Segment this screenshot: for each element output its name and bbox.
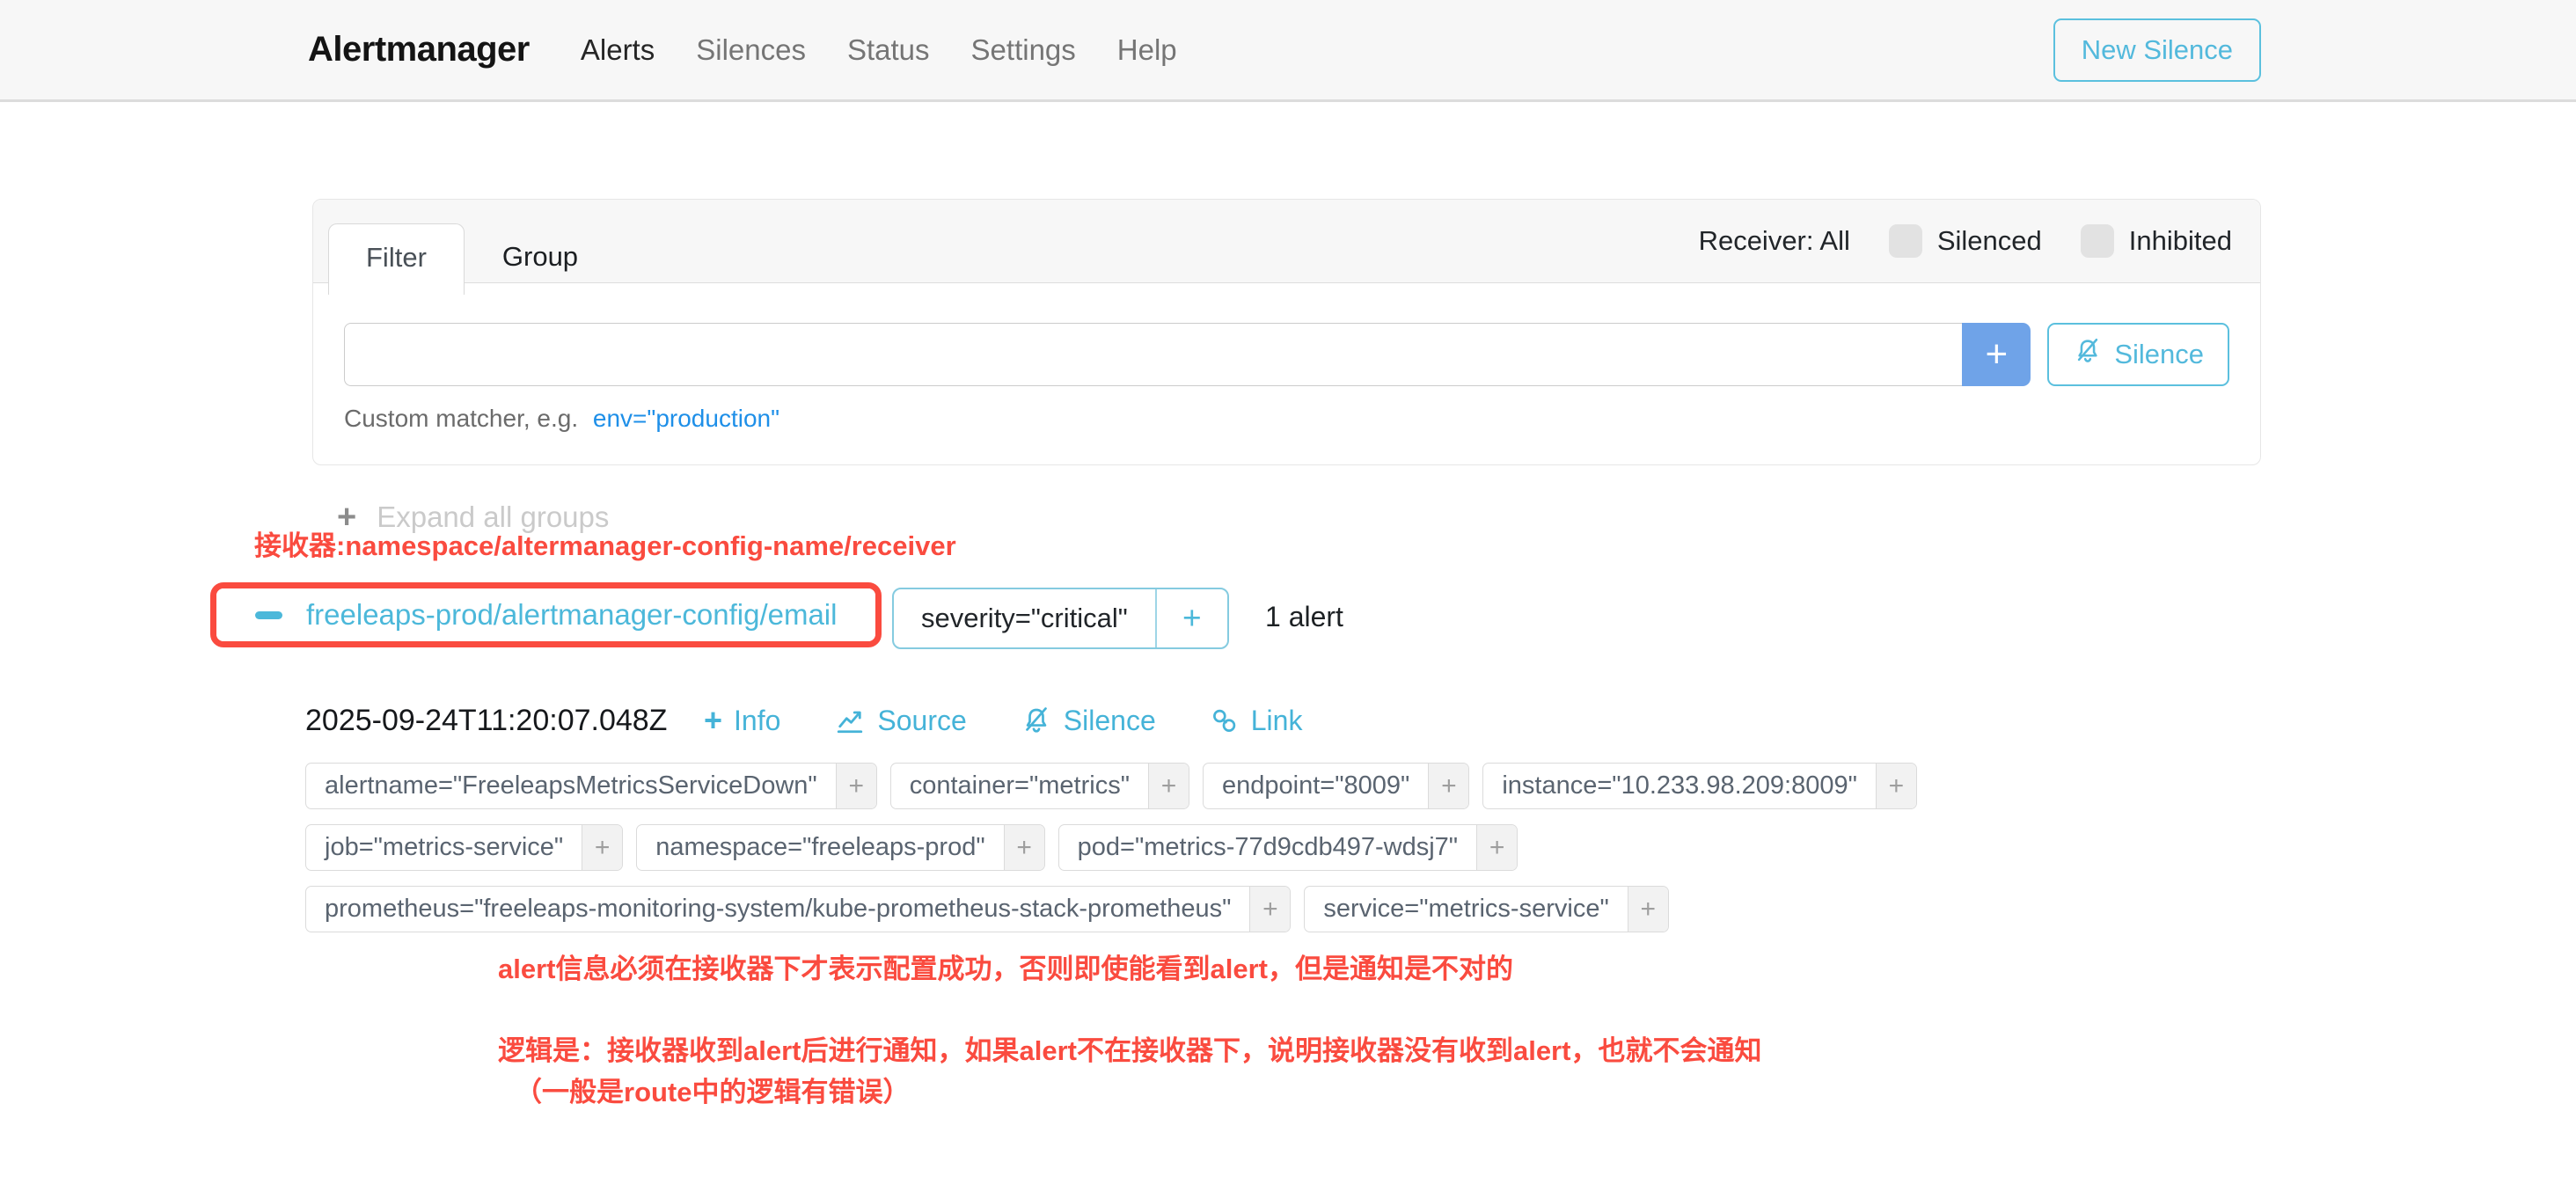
alert-label-chip: pod="metrics-77d9cdb497-wdsj7" + bbox=[1058, 824, 1518, 871]
link-icon bbox=[1210, 705, 1240, 735]
top-navbar: Alertmanager Alerts Silences Status Sett… bbox=[0, 0, 2576, 102]
group-receiver-button[interactable]: freeleaps-prod/alertmanager-config/email bbox=[216, 588, 875, 641]
add-filter-icon[interactable]: + bbox=[836, 764, 876, 808]
nav-item-help[interactable]: Help bbox=[1117, 33, 1177, 67]
alert-actions: + Info Source Silence bbox=[704, 698, 1302, 742]
add-filter-icon[interactable]: + bbox=[1249, 887, 1290, 932]
alert-label-chip: instance="10.233.98.209:8009" + bbox=[1482, 763, 1917, 809]
alert-timestamp: 2025-09-24T11:20:07.048Z bbox=[305, 698, 667, 742]
add-filter-icon[interactable]: + bbox=[1628, 887, 1668, 932]
custom-matcher-hint: Custom matcher, e.g. env="production" bbox=[344, 405, 2229, 433]
matcher-row: + Silence bbox=[344, 323, 2229, 386]
filter-header-controls: Receiver: All Silenced Inhibited bbox=[1699, 224, 2232, 258]
alert-label-text[interactable]: prometheus="freeleaps-monitoring-system/… bbox=[306, 887, 1249, 932]
alert-label-text[interactable]: instance="10.233.98.209:8009" bbox=[1483, 764, 1876, 808]
add-filter-icon[interactable]: + bbox=[1428, 764, 1468, 808]
add-filter-icon[interactable]: + bbox=[1476, 825, 1517, 870]
app-brand[interactable]: Alertmanager bbox=[308, 30, 530, 69]
add-matcher-button[interactable]: + bbox=[1962, 323, 2031, 386]
bell-slash-icon bbox=[2073, 336, 2103, 373]
inhibited-checkbox-label: Inhibited bbox=[2129, 225, 2232, 257]
alert-link-label: Link bbox=[1251, 698, 1303, 742]
filter-card: Filter Group Receiver: All Silenced Inhi… bbox=[312, 199, 2261, 465]
filter-tabs: Filter Group bbox=[328, 223, 616, 295]
nav-item-silences[interactable]: Silences bbox=[696, 33, 806, 67]
alert-link-button[interactable]: Link bbox=[1210, 698, 1303, 742]
alert-label-text[interactable]: endpoint="8009" bbox=[1204, 764, 1428, 808]
main-nav: Alerts Silences Status Settings Help bbox=[581, 33, 1177, 67]
filter-card-header: Filter Group Receiver: All Silenced Inhi… bbox=[313, 200, 2260, 283]
minus-icon bbox=[255, 611, 282, 619]
group-receiver-label: freeleaps-prod/alertmanager-config/email bbox=[306, 598, 837, 632]
silenced-checkbox[interactable] bbox=[1889, 224, 1922, 258]
alert-labels-row-2: job="metrics-service" + namespace="freel… bbox=[305, 824, 1518, 871]
silenced-checkbox-group[interactable]: Silenced bbox=[1889, 224, 2042, 258]
alert-label-chip: alertname="FreeleapsMetricsServiceDown" … bbox=[305, 763, 877, 809]
tab-group[interactable]: Group bbox=[465, 223, 616, 295]
alert-silence-label: Silence bbox=[1064, 698, 1156, 742]
alert-silence-button[interactable]: Silence bbox=[1021, 698, 1156, 742]
silenced-checkbox-label: Silenced bbox=[1937, 225, 2042, 257]
group-matcher-button-group: severity="critical" + bbox=[892, 588, 1229, 649]
add-filter-icon[interactable]: + bbox=[1876, 764, 1916, 808]
annotation-red-box: freeleaps-prod/alertmanager-config/email bbox=[210, 582, 882, 647]
group-matcher-add-button[interactable]: + bbox=[1155, 589, 1227, 647]
chart-icon bbox=[834, 705, 866, 736]
plus-icon: + bbox=[704, 705, 722, 736]
alert-labels-row-3: prometheus="freeleaps-monitoring-system/… bbox=[305, 886, 1669, 932]
alert-groups-area: + Expand all groups 接收器:namespace/alterm… bbox=[0, 465, 2576, 1169]
filter-card-body: + Silence Custom matcher, e.g. env="prod… bbox=[313, 283, 2260, 464]
alert-source-link[interactable]: Source bbox=[834, 698, 966, 742]
nav-item-status[interactable]: Status bbox=[847, 33, 930, 67]
nav-item-alerts[interactable]: Alerts bbox=[581, 33, 655, 67]
alert-source-label: Source bbox=[877, 698, 966, 742]
alert-label-text[interactable]: namespace="freeleaps-prod" bbox=[637, 825, 1003, 870]
tab-filter[interactable]: Filter bbox=[328, 223, 465, 295]
annotation-line-1: alert信息必须在接收器下才表示配置成功，否则即使能看到alert，但是通知是… bbox=[498, 950, 1513, 989]
matcher-input[interactable] bbox=[344, 323, 1962, 386]
alert-label-chip: endpoint="8009" + bbox=[1203, 763, 1469, 809]
alert-label-text[interactable]: service="metrics-service" bbox=[1305, 887, 1627, 932]
silence-button-label: Silence bbox=[2114, 339, 2204, 370]
alert-label-text[interactable]: pod="metrics-77d9cdb497-wdsj7" bbox=[1059, 825, 1476, 870]
receiver-dropdown[interactable]: Receiver: All bbox=[1699, 225, 1850, 257]
annotation-receiver-note: 接收器:namespace/altermanager-config-name/r… bbox=[254, 527, 956, 566]
add-filter-icon[interactable]: + bbox=[582, 825, 622, 870]
alert-count: 1 alert bbox=[1265, 592, 1343, 641]
nav-item-settings[interactable]: Settings bbox=[971, 33, 1076, 67]
alert-label-chip: job="metrics-service" + bbox=[305, 824, 623, 871]
annotation-line-3: （一般是route中的逻辑有错误） bbox=[515, 1073, 911, 1112]
annotation-line-2: 逻辑是：接收器收到alert后进行通知，如果alert不在接收器下，说明接收器没… bbox=[498, 1032, 1761, 1071]
alert-label-chip: container="metrics" + bbox=[890, 763, 1189, 809]
inhibited-checkbox[interactable] bbox=[2081, 224, 2114, 258]
alert-info-button[interactable]: + Info bbox=[704, 698, 780, 742]
hint-example-link[interactable]: env="production" bbox=[593, 405, 779, 432]
alert-label-chip: namespace="freeleaps-prod" + bbox=[636, 824, 1044, 871]
alert-label-chip: prometheus="freeleaps-monitoring-system/… bbox=[305, 886, 1291, 932]
group-matcher-label[interactable]: severity="critical" bbox=[894, 589, 1155, 647]
hint-text: Custom matcher, e.g. bbox=[344, 405, 578, 432]
inhibited-checkbox-group[interactable]: Inhibited bbox=[2081, 224, 2232, 258]
alert-label-text[interactable]: job="metrics-service" bbox=[306, 825, 582, 870]
alert-label-text[interactable]: container="metrics" bbox=[891, 764, 1148, 808]
alert-labels-row-1: alertname="FreeleapsMetricsServiceDown" … bbox=[305, 763, 1917, 809]
silence-button[interactable]: Silence bbox=[2047, 323, 2229, 386]
bell-slash-icon bbox=[1021, 705, 1052, 736]
add-filter-icon[interactable]: + bbox=[1148, 764, 1189, 808]
alert-label-chip: service="metrics-service" + bbox=[1304, 886, 1668, 932]
new-silence-button[interactable]: New Silence bbox=[2053, 18, 2261, 82]
add-filter-icon[interactable]: + bbox=[1004, 825, 1044, 870]
alert-info-label: Info bbox=[734, 698, 780, 742]
alert-label-text[interactable]: alertname="FreeleapsMetricsServiceDown" bbox=[306, 764, 836, 808]
